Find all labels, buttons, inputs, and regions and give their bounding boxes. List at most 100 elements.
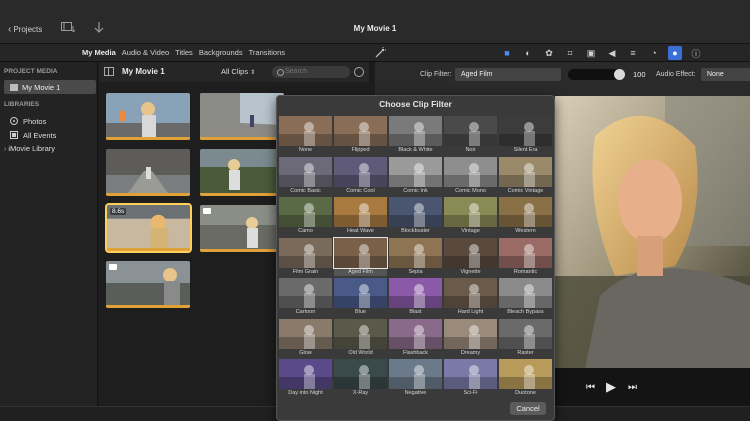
filter-option[interactable]: Duotone	[499, 359, 552, 397]
filter-preview	[279, 156, 332, 187]
filter-option[interactable]: Black & White	[389, 116, 442, 154]
filter-option[interactable]: Bleach Bypass	[499, 278, 552, 316]
filter-preview	[444, 197, 497, 227]
magic-wand-icon[interactable]	[374, 47, 386, 59]
filter-name: Film Grain	[292, 268, 319, 275]
tab-transitions[interactable]: Transitions	[249, 48, 285, 57]
tab-audio-video[interactable]: Audio & Video	[122, 48, 169, 57]
filter-option[interactable]: Sci-Fi	[444, 359, 497, 397]
filter-option[interactable]: Silent Era	[499, 116, 552, 154]
filter-preview	[499, 156, 552, 187]
filter-name: Negative	[404, 390, 427, 396]
filter-preview	[279, 318, 332, 349]
filter-option[interactable]: Blast	[389, 278, 442, 316]
media-clip[interactable]	[200, 149, 284, 196]
disclosure-chevron-icon[interactable]: ›	[4, 146, 6, 153]
clock-icon[interactable]	[354, 67, 364, 77]
clip-filter-button[interactable]: Aged Film	[455, 68, 561, 81]
equalizer-icon[interactable]: ≡	[626, 46, 640, 60]
filter-option[interactable]: Blue	[334, 278, 387, 316]
filter-option[interactable]: Vignette	[444, 237, 497, 276]
filter-name: Noir	[465, 147, 476, 153]
filter-option[interactable]: Aged Film	[333, 236, 388, 276]
search-input[interactable]	[285, 68, 343, 75]
tab-titles[interactable]: Titles	[175, 48, 193, 57]
sidebar-item-my-movie[interactable]: My Movie 1	[4, 80, 96, 94]
filter-option[interactable]: Noir	[444, 116, 497, 154]
video-camera-icon[interactable]: ■	[500, 46, 514, 60]
audio-effect-button[interactable]: None	[701, 68, 750, 81]
sidebar-item-label: All Events	[23, 131, 57, 140]
tab-my-media[interactable]: My Media	[82, 48, 116, 57]
skip-forward-button[interactable]: ⏭	[628, 382, 637, 393]
crop-icon[interactable]: ⌗	[563, 46, 577, 60]
filter-option[interactable]: Day into Night	[279, 359, 332, 397]
speed-icon[interactable]: ◔	[647, 46, 661, 60]
cancel-button[interactable]: Cancel	[510, 402, 546, 415]
filter-option[interactable]: X-Ray	[334, 359, 387, 397]
sidebar-item-photos[interactable]: Photos	[10, 117, 46, 126]
filter-option[interactable]: Cartoon	[279, 278, 332, 316]
filter-preview	[389, 237, 442, 268]
filter-preview	[334, 278, 387, 308]
filter-option[interactable]: Heat Wave	[334, 197, 387, 235]
filter-option[interactable]: Camo	[279, 197, 332, 235]
clip-thumbnail	[106, 149, 190, 196]
filter-option[interactable]: Comic Ink	[389, 156, 442, 195]
stabilization-icon[interactable]: ▣	[584, 46, 598, 60]
media-clip[interactable]	[200, 205, 284, 252]
filter-option[interactable]: Dreamy	[444, 318, 497, 357]
filter-name: Blue	[354, 309, 366, 315]
camera-icon	[203, 208, 211, 214]
sidebar-item-imovie-library[interactable]: › iMovie Library	[4, 144, 55, 153]
filter-option[interactable]: None	[279, 116, 332, 154]
filter-option[interactable]: Flipped	[334, 116, 387, 154]
slider-knob[interactable]	[614, 69, 625, 80]
filter-name: Duotone	[515, 390, 536, 396]
play-button[interactable]: ▶	[606, 379, 616, 395]
filter-name: Sepia	[408, 268, 423, 275]
filter-name: Western	[515, 228, 536, 234]
filter-preview	[389, 359, 442, 389]
color-palette-icon[interactable]: ✿	[542, 46, 556, 60]
media-clip[interactable]	[106, 261, 190, 308]
filter-name: Old World	[348, 349, 373, 356]
tab-backgrounds[interactable]: Backgrounds	[199, 48, 243, 57]
filter-option[interactable]: Glow	[279, 318, 332, 357]
inspector-bar: Clip Filter: Aged Film 100 Audio Effect:…	[375, 62, 750, 96]
volume-icon[interactable]: ◀	[605, 46, 619, 60]
filter-option[interactable]: Film Grain	[279, 237, 332, 276]
skip-back-button[interactable]: ⏮	[586, 382, 595, 393]
filter-preview	[334, 318, 387, 349]
sidebar-toggle-icon[interactable]	[104, 67, 114, 76]
filter-option[interactable]: Comic Mono	[444, 156, 497, 195]
filter-option[interactable]: Romantic	[499, 237, 552, 276]
dialog-title: Choose Clip Filter	[379, 99, 452, 109]
filter-option[interactable]: Comic Vintage	[499, 156, 552, 195]
filter-option[interactable]: Blockbuster	[389, 197, 442, 235]
filter-option[interactable]: Old World	[334, 318, 387, 357]
filter-option[interactable]: Raster	[499, 318, 552, 357]
filter-option[interactable]: Comic Cool	[334, 156, 387, 195]
media-clip[interactable]	[106, 93, 190, 140]
media-clip[interactable]	[106, 149, 190, 196]
sidebar-item-all-events[interactable]: All Events	[10, 131, 56, 140]
tab-bar: My Media Audio & Video Titles Background…	[0, 44, 750, 62]
filter-preview	[444, 318, 497, 349]
color-balance-icon[interactable]: ◐	[521, 46, 535, 60]
filter-option[interactable]: Vintage	[444, 197, 497, 235]
used-indicator	[107, 248, 190, 251]
project-media-heading: PROJECT MEDIA	[4, 68, 58, 75]
clip-filter-icon[interactable]: ●	[668, 46, 682, 60]
filter-option[interactable]: Western	[499, 197, 552, 235]
filter-option[interactable]: Comic Basic	[279, 156, 332, 195]
filter-option[interactable]: Negative	[389, 359, 442, 397]
filter-option[interactable]: Flashback	[389, 318, 442, 357]
info-icon[interactable]: ⓘ	[689, 46, 703, 60]
filter-option[interactable]: Sepia	[389, 237, 442, 276]
media-clip[interactable]: 8.6s	[105, 203, 192, 253]
media-clip[interactable]	[200, 93, 284, 140]
clips-filter-select[interactable]: All Clips ⇕	[221, 67, 255, 76]
filter-option[interactable]: Hard Light	[444, 278, 497, 316]
filter-name: Hard Light	[457, 309, 484, 315]
